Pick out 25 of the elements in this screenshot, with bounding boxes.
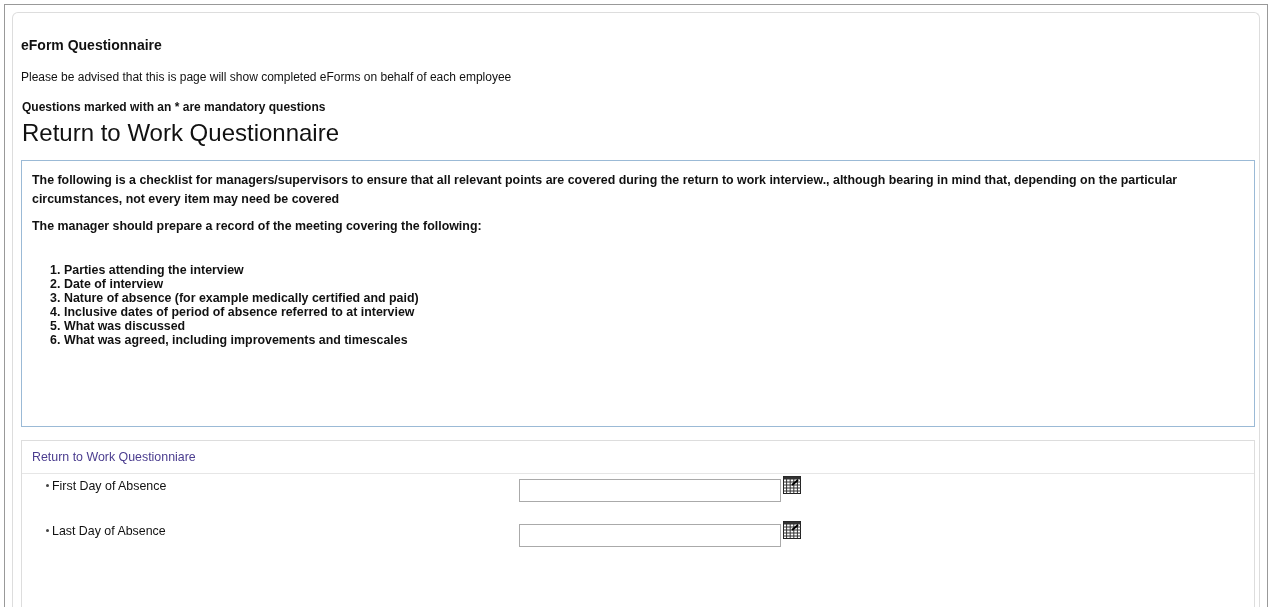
- date-field[interactable]: [519, 523, 781, 547]
- list-number: 4.: [50, 304, 62, 319]
- intro-text: The following is a checklist for managers/supervisors to ensure that all relevant points are covered during the return to work interview., although bearing in mind that, depending on the particular circumstances, not every item may need be covered: [32, 172, 1179, 208]
- list-item-text: Date of interview: [64, 276, 164, 291]
- list-item-text: Nature of absence (for example medically certified and paid): [64, 290, 419, 305]
- calendar-icon[interactable]: [783, 475, 801, 494]
- mandatory-note: Questions marked with an * are mandatory questions: [22, 99, 327, 116]
- field-label: Last Day of Absence: [52, 522, 166, 540]
- date-field[interactable]: [519, 478, 781, 502]
- lead-text: The manager should prepare a record of the meeting covering the following:: [32, 218, 483, 236]
- page-title: eForm Questionnaire: [21, 36, 163, 55]
- list-item-text: Inclusive dates of period of absence referred to at interview: [64, 304, 415, 319]
- list-item-text: Parties attending the interview: [64, 262, 244, 277]
- list-item-text: What was agreed, including improvements and timescales: [64, 332, 408, 347]
- list-number: 3.: [50, 290, 62, 305]
- list-item-text: What was discussed: [64, 318, 186, 333]
- calendar-icon[interactable]: [783, 520, 801, 539]
- list-number: 6.: [50, 332, 62, 347]
- section-title: Return to Work Questionniare: [22, 441, 1254, 474]
- list-number: 2.: [50, 276, 62, 291]
- notice-text: Please be advised that this is page will show completed eForms on behalf of each employee: [21, 69, 513, 86]
- list-number: 5.: [50, 318, 62, 333]
- list-number: 1.: [50, 262, 62, 277]
- form-title: Return to Work Questionnaire: [22, 118, 341, 148]
- field-label: First Day of Absence: [52, 477, 167, 495]
